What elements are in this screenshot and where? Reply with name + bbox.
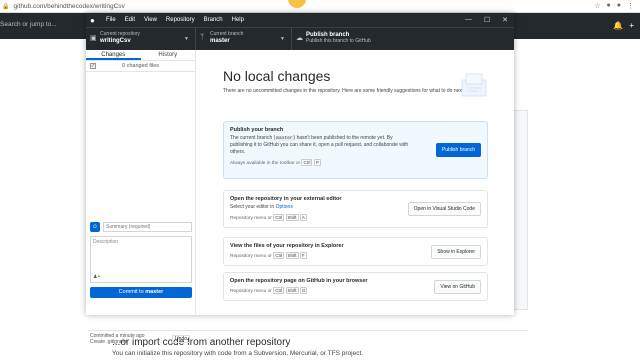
view-on-github-card: Open the repository page on GitHub in yo… (223, 272, 488, 301)
kbd-key: Shift (285, 252, 299, 259)
browser-cursor-highlight (288, 0, 306, 8)
cloud-upload-icon: ☁ (296, 35, 303, 42)
changes-sidebar: Changes History ✓ 0 changed files ☺ Desc… (86, 50, 196, 345)
no-changes-view: No local changes There are no uncommitte… (196, 50, 514, 315)
hint-text: Repository menu or (230, 289, 272, 294)
avatar: ☺ (90, 222, 100, 232)
changed-files-header: ✓ 0 changed files (86, 61, 195, 72)
more-icon[interactable]: ⋮ (627, 2, 634, 10)
hint-text: Repository menu or (230, 254, 272, 259)
no-changes-illustration-icon (461, 73, 487, 97)
changed-files-count: 0 changed files (122, 63, 159, 69)
lock-icon: 🔒 (2, 3, 10, 10)
open-editor-card: Open the repository in your external edi… (223, 190, 488, 228)
star-icon[interactable]: ☆ (594, 2, 600, 10)
publish-card-title: Publish your branch (230, 127, 284, 133)
branch-label: Current branch (210, 31, 244, 37)
sidebar-tabs: Changes History (86, 50, 195, 61)
menu-edit[interactable]: Edit (125, 17, 135, 23)
maximize-icon[interactable]: ☐ (484, 16, 490, 24)
chevron-down-icon: ▼ (184, 36, 189, 42)
editor-card-description: Select your editor in Options (230, 204, 415, 211)
repo-icon: ▣ (90, 35, 97, 42)
add-coauthor-icon[interactable]: ♟+ (93, 274, 100, 280)
editor-desc: Select your editor in (230, 204, 276, 210)
commit-branch: master (145, 289, 164, 295)
tab-changes[interactable]: Changes (86, 50, 141, 60)
repo-value: writingCsv (100, 38, 131, 44)
github-logo-icon: ● (90, 15, 95, 25)
kbd-key: F (299, 252, 307, 259)
branch-icon: ᛉ (200, 34, 205, 41)
publish-branch-button[interactable]: ☁ Publish branch Publish this branch to … (292, 28, 514, 51)
chevron-down-icon: ▼ (280, 36, 285, 42)
description-placeholder: Description (93, 239, 119, 245)
browser-actions: ☆ ● ● ⋮ (594, 2, 634, 10)
notification-icon[interactable]: 🔔 (613, 21, 623, 30)
github-header-actions: 🔔 + (613, 21, 634, 30)
menu-help[interactable]: Help (232, 17, 244, 23)
github-search-input[interactable]: Search or jump to... (0, 21, 57, 28)
publish-card-hint: Always available in the toolbar or Ctrl … (230, 159, 481, 166)
hint-text: Repository menu or (230, 216, 272, 221)
menu-branch[interactable]: Branch (204, 17, 223, 23)
last-commit-info: Committed a minute ago Create .gitignore… (86, 333, 196, 345)
extension-icon[interactable]: ● (607, 2, 611, 10)
profile-icon[interactable]: ● (617, 2, 621, 10)
commit-button[interactable]: Commit to master (90, 287, 192, 298)
kbd-key: Shift (285, 214, 299, 221)
publish-branch-card: Publish your branch The current branch (… (223, 121, 488, 179)
select-all-checkbox[interactable]: ✓ (90, 63, 96, 69)
summary-input[interactable] (103, 222, 192, 232)
repo-label: Current repository (100, 31, 141, 37)
kbd-key: Ctrl (273, 287, 285, 294)
show-in-explorer-button[interactable]: Show in Explorer (431, 244, 481, 259)
kbd-key: G (299, 287, 308, 294)
publish-branch-card-button[interactable]: Publish branch (435, 143, 481, 157)
branch-code: master (275, 136, 294, 141)
kbd-key: Shift (285, 287, 299, 294)
summary-row: ☺ (86, 220, 196, 234)
github-desktop-window: ● File Edit View Repository Branch Help … (86, 13, 514, 345)
kbd-key: Ctrl (273, 214, 285, 221)
background-divider (88, 330, 528, 331)
options-link[interactable]: Options (276, 204, 293, 210)
app-toolbar: ▣ Current repository writingCsv ▼ ᛉ Curr… (86, 27, 514, 51)
browser-address-bar: 🔒 github.com/behindthecodex/writingCsv ☆… (0, 0, 640, 13)
current-repository-button[interactable]: ▣ Current repository writingCsv ▼ (86, 28, 196, 51)
view-on-github-button[interactable]: View on GitHub (434, 279, 481, 294)
undo-button[interactable]: Undo (172, 335, 190, 343)
commit-prefix: Commit to (118, 289, 146, 295)
branch-value: master (210, 38, 230, 44)
kbd-key: P (313, 159, 321, 166)
app-titlebar: ● File Edit View Repository Branch Help … (86, 13, 514, 27)
page-title: No local changes (223, 68, 331, 84)
close-icon[interactable]: ✕ (502, 16, 508, 24)
description-field[interactable]: Description ♟+ (90, 236, 192, 283)
minimize-icon[interactable]: — (465, 16, 472, 24)
address-url[interactable]: github.com/behindthecodex/writingCsv (13, 3, 124, 10)
kbd-key: Ctrl (273, 252, 285, 259)
menu-file[interactable]: File (106, 17, 116, 23)
current-branch-button[interactable]: ᛉ Current branch master ▼ (196, 28, 292, 51)
show-in-explorer-card: View the files of your repository in Exp… (223, 237, 488, 266)
menu-view[interactable]: View (144, 17, 157, 23)
open-in-vscode-button[interactable]: Open in Visual Studio Code (407, 202, 481, 216)
commit-form: ☺ Description ♟+ Commit to master (86, 220, 196, 298)
publish-card-description: The current branch (master) hasn't been … (230, 135, 415, 156)
menu-bar: File Edit View Repository Branch Help (106, 17, 244, 23)
tab-history[interactable]: History (141, 50, 196, 60)
kbd-key: Ctrl (301, 159, 313, 166)
kbd-key: A (299, 214, 307, 221)
plus-icon[interactable]: + (629, 21, 634, 30)
publish-desc: Publish this branch to GitHub (306, 38, 371, 44)
page-subtitle: There are no uncommitted changes in this… (223, 88, 465, 94)
hint-text: Always available in the toolbar or (230, 161, 301, 166)
publish-desc-part1: The current branch ( (230, 135, 276, 141)
import-description: You can initialize this repository with … (112, 350, 364, 357)
window-controls: — ☐ ✕ (465, 16, 508, 24)
menu-repository[interactable]: Repository (166, 17, 195, 23)
